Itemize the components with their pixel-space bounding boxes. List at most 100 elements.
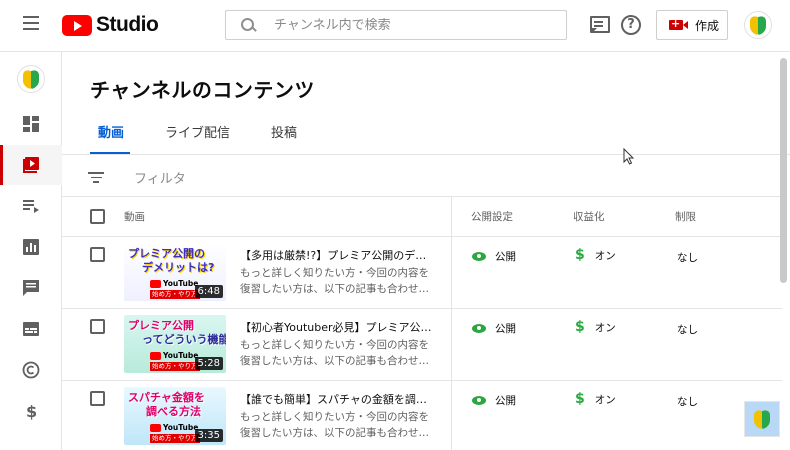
sidebar-item-comments[interactable] — [0, 268, 62, 308]
table-header: 動画 公開設定 収益化 制限 — [62, 197, 782, 237]
eye-icon — [472, 251, 488, 262]
sidebar-item-dashboard[interactable] — [0, 104, 62, 144]
restrictions-value: なし — [677, 324, 698, 336]
youtube-studio-logo[interactable]: Studio — [62, 12, 159, 38]
beginner-mark-badge — [744, 401, 780, 437]
video-title[interactable]: 【誰でも簡単】スパチャの金額を調べ… — [240, 391, 436, 407]
monetization-status[interactable]: $ オン — [575, 247, 616, 263]
left-sidebar: $ — [0, 52, 62, 450]
visibility-dropdown[interactable]: 公開 — [472, 393, 516, 408]
header-monetization[interactable]: 収益化 — [573, 209, 605, 224]
eye-icon — [472, 395, 488, 406]
svg-text:$: $ — [26, 402, 37, 420]
content-icon — [23, 157, 39, 173]
sidebar-item-subtitles[interactable] — [0, 309, 62, 349]
subtitles-icon — [23, 322, 39, 336]
visibility-label: 公開 — [495, 323, 516, 335]
create-button[interactable]: 作成 — [656, 10, 728, 40]
create-label: 作成 — [695, 18, 720, 33]
sidebar-item-playlists[interactable] — [0, 186, 62, 226]
playlists-icon — [23, 200, 39, 213]
sidebar-item-analytics[interactable] — [0, 227, 62, 267]
row-checkbox[interactable] — [90, 247, 105, 262]
beginner-mark-icon — [23, 68, 39, 90]
dollar-icon: $ — [575, 391, 585, 407]
monetization-label: オン — [594, 249, 616, 262]
video-duration: 5:28 — [194, 357, 223, 370]
beginner-mark-icon — [754, 408, 770, 430]
beginner-mark-icon — [750, 14, 766, 36]
visibility-dropdown[interactable]: 公開 — [472, 249, 516, 264]
monetization-label: オン — [594, 321, 616, 334]
video-thumbnail[interactable]: プレミア公開の デメリットは? YouTube 始め方・やり方 6:48 — [124, 243, 226, 301]
visibility-dropdown[interactable]: 公開 — [472, 321, 516, 336]
sidebar-item-copyright[interactable] — [0, 350, 62, 390]
dollar-icon: $ — [26, 402, 37, 420]
comments-icon — [23, 280, 39, 296]
analytics-icon — [23, 239, 39, 255]
eye-icon — [472, 323, 488, 334]
help-icon[interactable]: ? — [621, 15, 641, 35]
video-thumbnail[interactable]: スパチャ金額を 調べる方法 YouTube 始め方・やり方 3:35 — [124, 387, 226, 445]
tab-posts[interactable]: 投稿 — [271, 122, 297, 141]
video-description: もっと詳しく知りたい方・今回の内容を 復習したい方は、以下の記事も合わせて… — [240, 411, 436, 439]
select-all-checkbox[interactable] — [90, 209, 105, 224]
table-row[interactable]: スパチャ金額を 調べる方法 YouTube 始め方・やり方 3:35 【誰でも簡単… — [62, 381, 782, 450]
page-title: チャンネルのコンテンツ — [90, 78, 315, 102]
visibility-label: 公開 — [495, 395, 516, 407]
monetization-status[interactable]: $ オン — [575, 391, 616, 407]
thumbnail-brand: YouTube — [150, 423, 198, 433]
thumbnail-text: プレミア公開ってどういう機能? — [128, 319, 226, 346]
top-header: Studio ? 作成 — [0, 0, 790, 52]
video-description: もっと詳しく知りたい方・今回の内容を 復習したい方は、以下の記事も合わせて… — [240, 339, 436, 367]
tab-live[interactable]: ライブ配信 — [165, 122, 230, 141]
video-title[interactable]: 【多用は厳禁!?】プレミア公開のデメ… — [240, 247, 436, 263]
video-title[interactable]: 【初心者Youtuber必見】プレミア公開… — [240, 319, 436, 335]
search-input[interactable] — [274, 17, 554, 33]
dollar-icon: $ — [575, 247, 585, 263]
thumbnail-subtext: 始め方・やり方 — [150, 434, 200, 443]
thumbnail-brand: YouTube — [150, 279, 198, 289]
copyright-icon — [22, 361, 40, 379]
table-row[interactable]: プレミア公開の デメリットは? YouTube 始め方・やり方 6:48 【多用は… — [62, 237, 782, 309]
thumbnail-subtext: 始め方・やり方 — [150, 290, 200, 299]
video-thumbnail[interactable]: プレミア公開ってどういう機能? YouTube 始め方・やり方 5:28 — [124, 315, 226, 373]
filter-icon[interactable] — [88, 172, 104, 183]
vertical-scrollbar[interactable] — [780, 58, 787, 283]
filter-bar: フィルタ — [62, 155, 782, 197]
video-description: もっと詳しく知りたい方・今回の内容を 復習したい方は、以下の記事も合わせて… — [240, 267, 436, 295]
filter-input[interactable]: フィルタ — [134, 168, 186, 187]
account-avatar[interactable] — [744, 11, 772, 39]
monetization-label: オン — [594, 393, 616, 406]
header-restrictions[interactable]: 制限 — [675, 209, 696, 224]
table-row[interactable]: プレミア公開ってどういう機能? YouTube 始め方・やり方 5:28 【初心… — [62, 309, 782, 381]
restrictions-value: なし — [677, 396, 698, 408]
dollar-icon: $ — [575, 319, 585, 335]
row-checkbox[interactable] — [90, 391, 105, 406]
channel-avatar[interactable] — [17, 65, 45, 93]
mouse-cursor-icon — [623, 148, 635, 165]
sidebar-item-monetization[interactable]: $ — [0, 391, 62, 431]
search-icon — [238, 11, 266, 39]
youtube-logo-icon — [62, 14, 92, 36]
menu-icon[interactable] — [20, 16, 42, 34]
logo-text: Studio — [96, 13, 159, 36]
monetization-status[interactable]: $ オン — [575, 319, 616, 335]
dashboard-icon — [23, 116, 39, 132]
visibility-label: 公開 — [495, 251, 516, 263]
thumbnail-text: プレミア公開の デメリットは? — [128, 247, 215, 274]
search-box[interactable] — [225, 10, 567, 40]
header-video: 動画 — [124, 211, 145, 223]
thumbnail-subtext: 始め方・やり方 — [150, 362, 200, 371]
video-duration: 6:48 — [194, 285, 223, 298]
feedback-icon[interactable] — [587, 13, 611, 37]
tab-videos[interactable]: 動画 — [98, 122, 124, 141]
thumbnail-text: スパチャ金額を 調べる方法 — [128, 391, 205, 418]
header-visibility[interactable]: 公開設定 — [471, 209, 513, 224]
row-checkbox[interactable] — [90, 319, 105, 334]
restrictions-value: なし — [677, 252, 698, 264]
sidebar-item-content[interactable] — [0, 145, 62, 185]
thumbnail-brand: YouTube — [150, 351, 198, 361]
main-content: チャンネルのコンテンツ 動画 ライブ配信 投稿 フィルタ 動画 公開設定 収益化… — [62, 52, 790, 450]
create-video-icon — [669, 17, 688, 30]
